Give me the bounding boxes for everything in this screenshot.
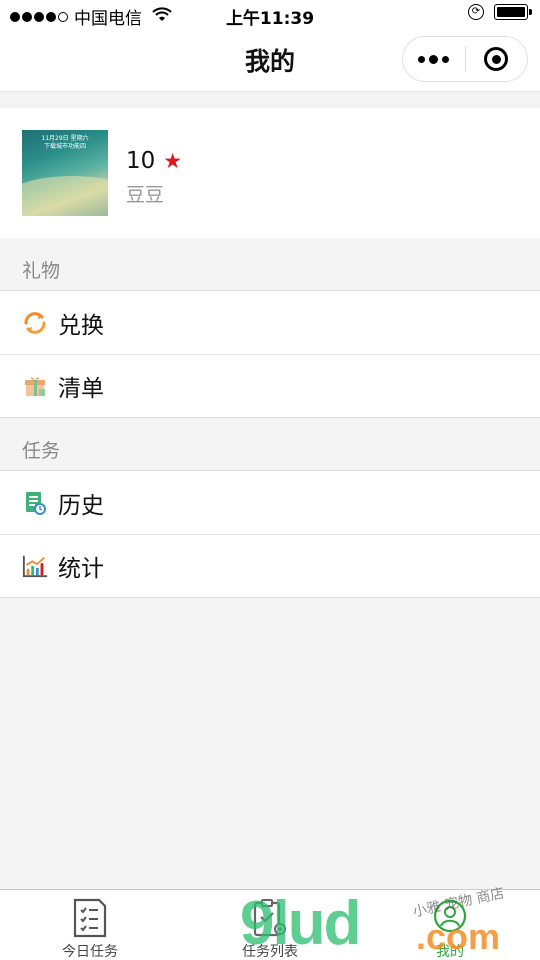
list-item-label: 统计 [58,555,104,582]
tab-task-list[interactable]: 任务列表 [180,890,360,960]
tab-bar: 今日任务 任务列表 我的 [0,889,540,960]
refresh-icon [22,310,48,336]
profile-card[interactable]: 11月29日 星期六 下载城市功能四 10 ★ 豆豆 [0,108,540,238]
clipboard-gear-icon [252,898,288,938]
status-bar: 中国电信 上午11:39 ⟳ [0,0,540,30]
close-miniprogram-icon[interactable] [465,37,527,81]
miniprogram-capsule [402,36,528,82]
avatar-caption-line1: 11月29日 星期六 [41,135,89,142]
status-time: 上午11:39 [225,9,315,29]
tab-today-tasks[interactable]: 今日任务 [0,890,180,960]
task-list: 历史 统计 [0,470,540,598]
list-item-label: 清单 [58,375,104,402]
points-value: 10 [126,148,156,174]
section-header-tasks: 任务 [22,440,61,462]
rotation-lock-icon: ⟳ [468,4,484,20]
avatar-caption: 11月29日 星期六 下载城市功能四 [22,135,108,151]
avatar-caption-line2: 下载城市功能四 [43,143,86,150]
avatar[interactable]: 11月29日 星期六 下载城市功能四 [22,130,108,216]
tab-mine[interactable]: 我的 [360,890,540,960]
star-icon: ★ [163,149,183,173]
navigation-bar: 我的 [0,30,540,92]
person-icon [432,898,468,938]
tab-label: 今日任务 [62,944,118,960]
history-document-icon [22,490,48,516]
battery-icon [494,4,532,20]
more-options-icon[interactable] [403,37,465,81]
list-item-label: 历史 [58,492,104,519]
gift-list: 兑换 清单 [0,290,540,418]
gift-icon [22,373,48,399]
chart-icon [22,553,48,579]
list-item-history[interactable]: 历史 [0,471,540,534]
status-right: ⟳ [468,4,532,20]
tab-label: 我的 [436,944,464,960]
section-header-gifts: 礼物 [22,260,61,282]
list-item-label: 兑换 [58,312,104,339]
tab-label: 任务列表 [242,944,298,960]
nickname: 豆豆 [126,184,165,206]
list-item-wishlist[interactable]: 清单 [0,354,540,417]
checklist-icon [72,898,108,938]
list-item-statistics[interactable]: 统计 [0,534,540,597]
list-item-exchange[interactable]: 兑换 [0,291,540,354]
points-display: 10 ★ [126,148,182,174]
